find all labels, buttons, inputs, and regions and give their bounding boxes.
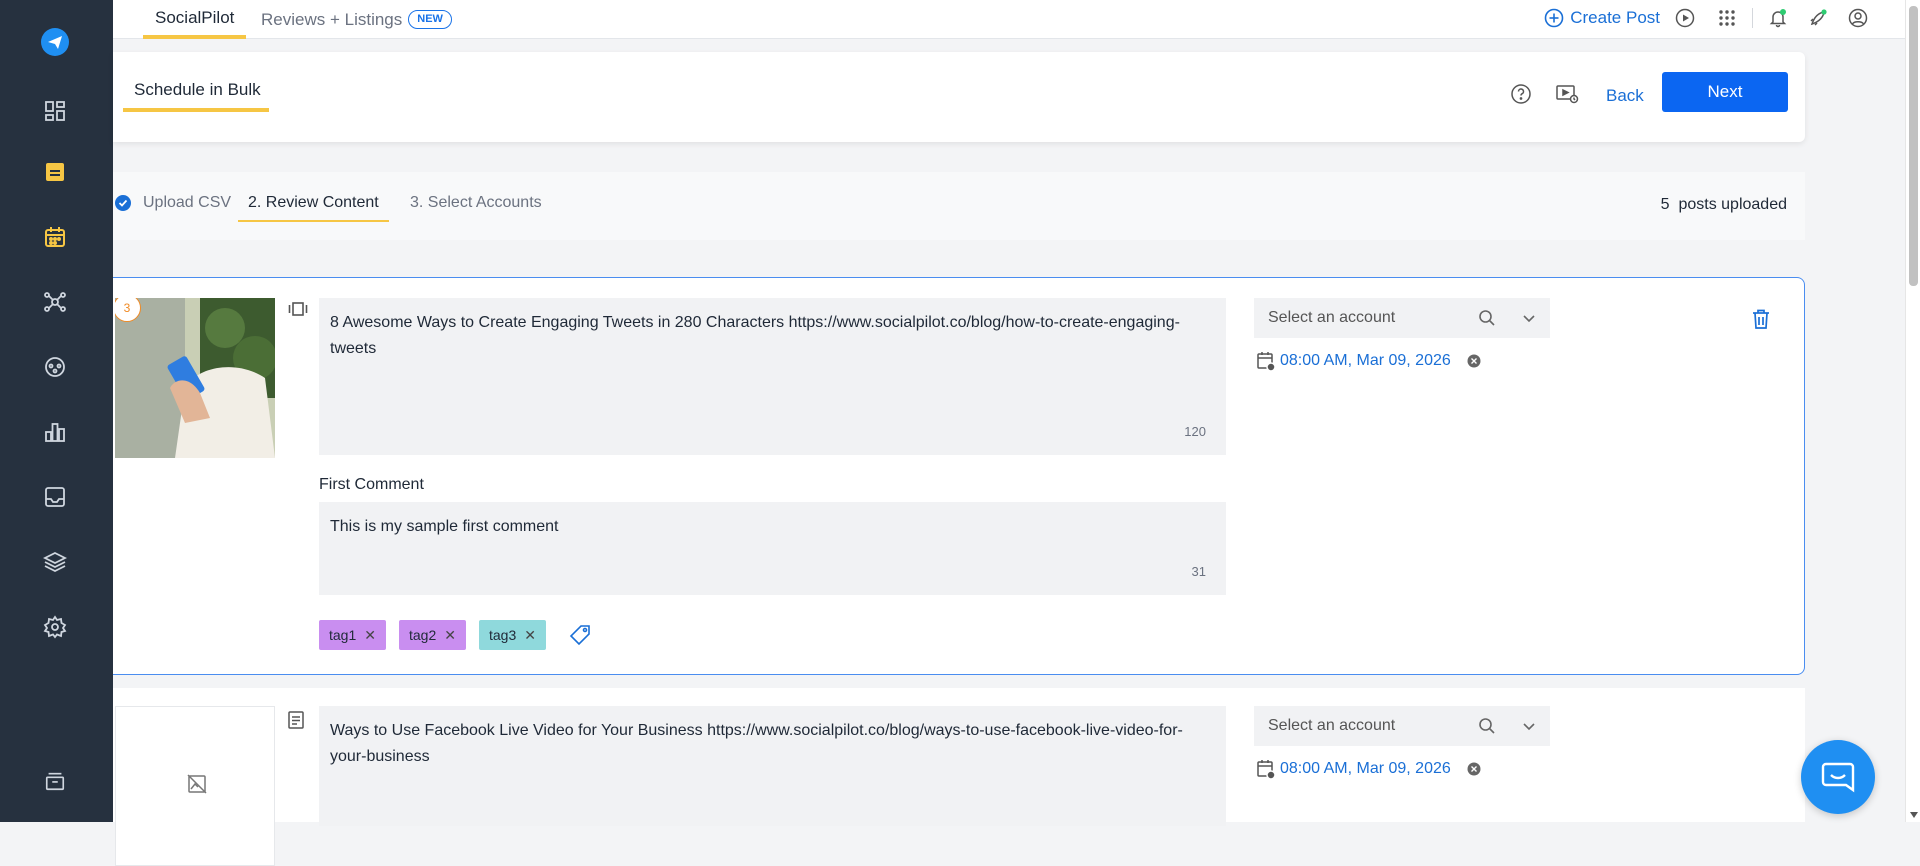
engage-icon[interactable] (39, 351, 71, 383)
posts-uploaded-count: 5 posts uploaded (1661, 196, 1787, 214)
tag-label: tag3 (489, 627, 517, 643)
analytics-icon[interactable] (39, 416, 71, 448)
layers-icon[interactable] (39, 546, 71, 578)
post-text-area[interactable]: Ways to Use Facebook Live Video for Your… (319, 706, 1226, 826)
account-select[interactable]: Select an account (1254, 298, 1550, 338)
posts-icon[interactable] (39, 156, 71, 188)
settings-icon[interactable] (39, 611, 71, 643)
check-circle-icon (115, 194, 131, 211)
inbox-icon[interactable] (39, 481, 71, 513)
tag-chip: tag3 ✕ (479, 620, 546, 650)
schedule-date[interactable]: 08:00 AM, Mar 09, 2026 (1256, 350, 1481, 372)
remove-tag-icon[interactable]: ✕ (524, 627, 536, 644)
bell-icon[interactable] (1761, 1, 1795, 35)
clear-date-icon[interactable] (1467, 762, 1481, 776)
tag-chip: tag1 ✕ (319, 620, 386, 650)
post-text-area[interactable]: 8 Awesome Ways to Create Engaging Tweets… (319, 298, 1226, 455)
schedule-date-text: 08:00 AM, Mar 09, 2026 (1280, 760, 1451, 777)
step-review-content[interactable]: 2. Review Content (238, 194, 389, 222)
chat-icon (1821, 762, 1855, 793)
divider (1752, 8, 1753, 28)
first-comment-area[interactable]: This is my sample first comment 31 (319, 502, 1226, 595)
chevron-down-icon[interactable] (1522, 719, 1536, 733)
first-comment-text: This is my sample first comment (330, 518, 559, 535)
carousel-icon (287, 300, 309, 322)
play-icon[interactable] (1668, 1, 1702, 35)
post-card[interactable]: 3 8 Awesome Ways to Create Engaging Twee… (113, 277, 1805, 675)
calendar-clock-icon (1257, 760, 1276, 780)
next-button[interactable]: Next (1662, 72, 1788, 112)
no-image-icon (186, 773, 208, 795)
step-label: Upload CSV (143, 194, 232, 211)
account-select[interactable]: Select an account (1254, 706, 1550, 746)
post-image: 3 (115, 298, 275, 458)
plus-circle-icon (1544, 8, 1564, 28)
top-actions: Create Post (1544, 0, 1905, 36)
scrollbar[interactable] (1905, 0, 1920, 822)
schedule-date-text: 08:00 AM, Mar 09, 2026 (1280, 352, 1451, 369)
apps-grid-icon[interactable] (1710, 1, 1744, 35)
search-icon[interactable] (1478, 717, 1496, 735)
step-select-accounts[interactable]: 3. Select Accounts (410, 194, 542, 212)
account-select-placeholder: Select an account (1268, 309, 1396, 326)
account-select-placeholder: Select an account (1268, 717, 1396, 734)
tab-label: SocialPilot (155, 7, 235, 27)
tag-chip: tag2 ✕ (399, 620, 466, 650)
step-label: 2. Review Content (248, 194, 379, 211)
new-badge: NEW (408, 10, 452, 29)
posts-count-number: 5 (1660, 196, 1670, 213)
bulk-header: Schedule in Bulk Back Next (113, 52, 1805, 142)
paper-plane-logo-icon[interactable] (39, 26, 71, 58)
clear-date-icon[interactable] (1467, 354, 1481, 368)
post-text: Ways to Use Facebook Live Video for Your… (330, 722, 1183, 765)
rocket-icon[interactable] (1801, 1, 1835, 35)
tab-reviews-listings[interactable]: Reviews + Listings NEW (261, 0, 452, 39)
remove-tag-icon[interactable]: ✕ (444, 627, 456, 644)
tab-socialpilot[interactable]: SocialPilot (143, 0, 247, 39)
sidebar (0, 0, 113, 822)
scrollbar-thumb[interactable] (1909, 6, 1918, 286)
chat-support-button[interactable] (1801, 740, 1875, 814)
post-card[interactable]: Ways to Use Facebook Live Video for Your… (113, 688, 1805, 866)
first-comment-label: First Comment (319, 476, 424, 493)
tab-label: Reviews + Listings (261, 9, 403, 29)
help-icon[interactable] (1507, 80, 1535, 108)
user-icon[interactable] (1841, 1, 1875, 35)
char-count: 120 (1184, 424, 1206, 439)
top-bar: SocialPilot Reviews + Listings NEW Creat… (113, 0, 1905, 39)
create-post-label: Create Post (1570, 8, 1660, 27)
search-icon[interactable] (1478, 309, 1496, 327)
posts-count-suffix: posts uploaded (1678, 196, 1787, 213)
delete-post-icon[interactable] (1751, 308, 1775, 332)
text-post-icon (287, 710, 309, 732)
video-tutorial-icon[interactable] (1553, 80, 1581, 108)
post-image-placeholder (115, 706, 275, 866)
add-tag-icon[interactable] (569, 624, 591, 646)
char-count: 31 (1191, 564, 1206, 579)
steps-bar: Upload CSV 2. Review Content 3. Select A… (113, 172, 1805, 240)
page-title: Schedule in Bulk (123, 80, 269, 112)
calendar-clock-icon (1257, 352, 1276, 372)
calendar-icon[interactable] (39, 221, 71, 253)
schedule-date[interactable]: 08:00 AM, Mar 09, 2026 (1256, 758, 1481, 780)
step-label: 3. Select Accounts (410, 194, 542, 211)
scroll-down-arrow-icon[interactable] (1910, 812, 1918, 818)
back-button[interactable]: Back (1606, 86, 1644, 106)
dashboard-icon[interactable] (39, 95, 71, 127)
chevron-down-icon[interactable] (1522, 311, 1536, 325)
archive-icon[interactable] (39, 765, 71, 797)
tag-label: tag2 (409, 627, 437, 643)
remove-tag-icon[interactable]: ✕ (364, 627, 376, 644)
step-upload-csv[interactable]: Upload CSV (115, 194, 231, 212)
create-post-button[interactable]: Create Post (1544, 8, 1660, 28)
post-text: 8 Awesome Ways to Create Engaging Tweets… (330, 314, 1180, 357)
network-icon[interactable] (39, 286, 71, 318)
tag-label: tag1 (329, 627, 357, 643)
